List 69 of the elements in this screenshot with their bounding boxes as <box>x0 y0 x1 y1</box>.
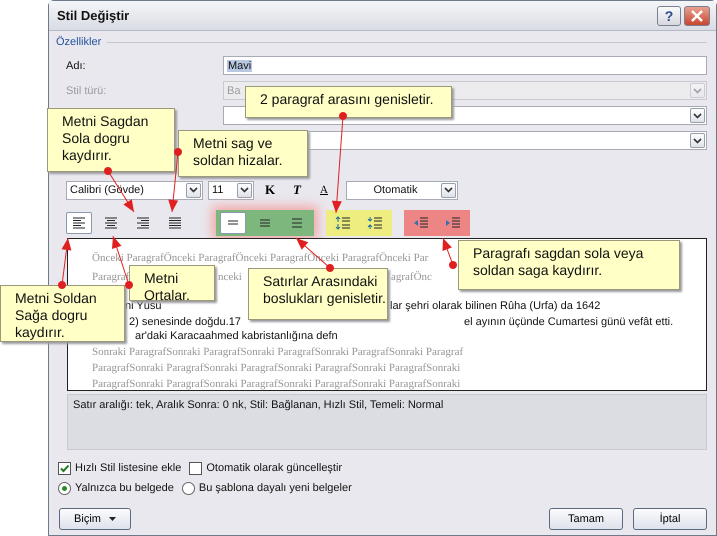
radio-label: Bu şablona dayalı yeni belgeler <box>198 482 352 494</box>
close-icon <box>690 10 704 22</box>
align-icon <box>168 216 182 230</box>
ok-button[interactable]: Tamam <box>549 508 623 530</box>
preview-text: 2) senesinde doğdu.17 <box>129 315 241 329</box>
align-icon <box>72 216 86 230</box>
callout-tooltip: Metni Sagdan Sola dogru kaydırır. <box>47 108 175 172</box>
preview-text: nceki <box>218 270 242 284</box>
spacing-icon <box>335 216 351 230</box>
preview-text: ar'daki Karacaahmed kabristanlığına defn <box>135 329 338 343</box>
chevron-down-icon <box>189 187 198 193</box>
field-label: Adı: <box>66 60 87 72</box>
chevron-down-icon <box>693 88 702 94</box>
cancel-button[interactable]: İptal <box>633 508 707 530</box>
radio-button[interactable] <box>182 482 195 494</box>
checkbox[interactable] <box>189 462 202 474</box>
align-button[interactable] <box>66 212 92 234</box>
checkbox-label: Otomatik olarak güncelleştir <box>206 462 342 474</box>
chevron-down-icon <box>240 187 249 193</box>
preview-text: ni Yûsu <box>125 300 162 313</box>
chevron-down-icon <box>444 187 453 193</box>
callout-tooltip: Metni sag ve soldan hizalar. <box>178 130 308 177</box>
color-dropdown[interactable]: Otomatik <box>346 180 458 200</box>
preview-text: ParagrafSonraki ParagrafSonraki ParagrafSonraki ParagrafSonraki ParagrafSonraki <box>92 377 460 390</box>
preview-text: Sonraki ParagrafSonraki ParagrafSonraki ParagrafSonraki ParagrafSonraki Paragraf <box>92 345 464 359</box>
size-dropdown[interactable]: 11 <box>208 180 254 200</box>
help-button[interactable]: ? <box>657 6 681 26</box>
dropdown-button[interactable] <box>690 108 705 123</box>
radio-label: Yalnızca bu belgede <box>75 482 174 494</box>
align-icon <box>104 216 118 230</box>
bold-button[interactable]: K <box>259 180 281 200</box>
italic-button[interactable]: T <box>286 180 308 200</box>
align-icon <box>136 216 150 230</box>
window-title: Stil Değiştir <box>57 8 130 23</box>
preview-text: lar şehri olarak bilinen Rûha (Urfa) da 1642 <box>390 299 600 313</box>
field-value: Mavi <box>227 60 252 72</box>
callout-tooltip: Metni Soldan Sağa dogru kaydırır. <box>0 285 125 342</box>
callout-tooltip: Metni Ortalar. <box>129 265 215 301</box>
callout-tooltip: 2 paragraf arasını genisletir. <box>245 86 452 118</box>
spacing-icon <box>367 216 383 230</box>
checkbox[interactable] <box>58 462 71 474</box>
spacing-icon <box>413 216 429 230</box>
dropdown-button[interactable] <box>441 182 456 198</box>
format-button[interactable]: Biçim <box>59 508 131 530</box>
section-heading: Özellikler <box>56 36 102 48</box>
dropdown-button[interactable] <box>186 182 201 198</box>
caret-down-icon <box>108 517 116 521</box>
callout-tooltip: Paragrafı sagdan sola veya soldan saga kaydırır. <box>458 240 680 290</box>
close-button[interactable] <box>684 6 710 26</box>
preview-text: ParagrafSonraki ParagrafSonraki ParagrafSonraki ParagrafSonraki ParagrafSonraki <box>92 361 460 375</box>
preview-text: el ayının üçünde Cumartesi günü vefât etti. <box>464 315 674 329</box>
spacing-icon <box>289 216 305 230</box>
name-field[interactable]: Mavi <box>223 56 707 75</box>
preview-text: agrafÖnc <box>391 270 432 284</box>
leader-line <box>168 148 182 212</box>
spacing-icon <box>445 216 461 230</box>
radio-button[interactable] <box>58 482 71 494</box>
style-description: Satır aralığı: tek, Aralık Sonra: 0 nk, Stil: Bağlanan, Hızlı Stil, Temeli: Normal <box>73 399 444 411</box>
checkbox-label: Hızlı Stil listesine ekle <box>75 462 182 474</box>
spacing-button[interactable] <box>220 212 246 234</box>
callout-tooltip: Satırlar Arasındaki boslukları genisletir. <box>248 268 388 320</box>
leader-line <box>442 238 457 269</box>
underline-button[interactable]: A <box>313 180 335 200</box>
chevron-down-icon <box>693 112 702 118</box>
dropdown-button[interactable] <box>690 133 705 148</box>
leader-line <box>58 238 72 289</box>
field-label: Stil türü: <box>66 84 108 96</box>
dropdown-button[interactable] <box>237 182 252 198</box>
chevron-down-icon <box>693 138 702 144</box>
